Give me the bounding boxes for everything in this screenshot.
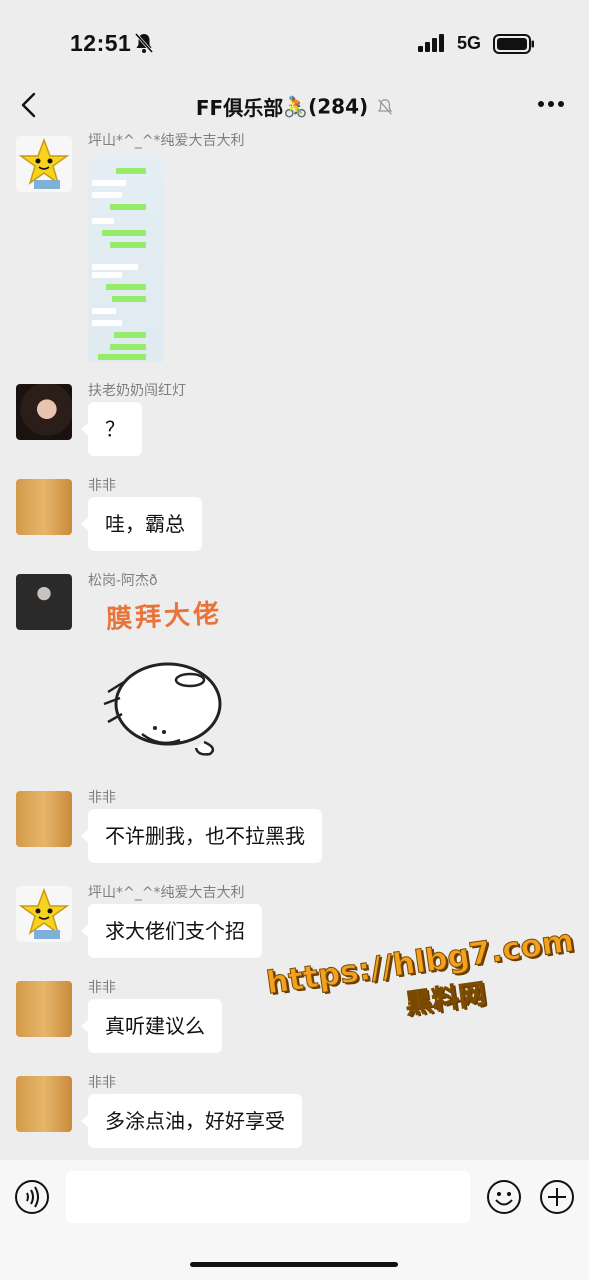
emoji-icon[interactable] — [486, 1179, 522, 1215]
voice-input-icon[interactable] — [14, 1179, 50, 1215]
battery-icon — [493, 34, 534, 54]
sender-name: 松岗-阿杰ð — [88, 573, 158, 589]
group-emoji: 🚴 — [283, 94, 309, 119]
message-text: 非非 哇，霸总 — [0, 475, 589, 555]
message-text: 非非 多涂点油，好好享受 — [0, 1072, 589, 1152]
sender-name: 非非 — [88, 980, 116, 996]
avatar-cat[interactable] — [16, 791, 72, 847]
message-bubble[interactable]: 真听建议么 — [81, 999, 222, 1053]
status-time: 12:51 — [70, 30, 132, 56]
message-bubble[interactable]: 哇，霸总 — [81, 497, 202, 551]
star-mascot-icon — [18, 137, 70, 189]
message-bubble[interactable]: ？ — [81, 402, 142, 456]
more-options-icon[interactable] — [537, 100, 565, 108]
message-bubble[interactable]: 不许删我，也不拉黑我 — [81, 809, 322, 863]
network-type: 5G — [457, 33, 482, 53]
chat-screenshot-thumbnail[interactable] — [88, 156, 164, 362]
add-more-icon[interactable] — [539, 1179, 575, 1215]
bowing-sticker-icon[interactable] — [100, 652, 230, 760]
sender-name: 扶老奶奶闯红灯 — [88, 383, 186, 399]
message-input[interactable] — [66, 1171, 470, 1223]
sender-name: 坪山*^_^*纯爱大吉大利 — [88, 885, 245, 901]
message-bubble[interactable]: 求大佬们支个招 — [81, 904, 262, 958]
avatar-star[interactable] — [16, 886, 72, 942]
cellular-signal-icon — [418, 34, 444, 52]
sender-name: 非非 — [88, 478, 116, 494]
silent-bell-icon — [134, 33, 154, 53]
message-text: 扶老奶奶闯红灯 ？ — [0, 380, 589, 460]
star-mascot-icon — [18, 887, 70, 939]
avatar-star[interactable] — [16, 136, 72, 192]
sender-name: 非非 — [88, 1075, 116, 1091]
home-indicator — [190, 1262, 398, 1267]
avatar-woman[interactable] — [16, 384, 72, 440]
message-text: 非非 不许删我，也不拉黑我 — [0, 787, 589, 867]
message-bubble[interactable]: 多涂点油，好好享受 — [81, 1094, 302, 1148]
sender-name: 非非 — [88, 790, 116, 806]
status-bar: 12:51 5G — [0, 0, 589, 80]
avatar-man[interactable] — [16, 574, 72, 630]
avatar-cat[interactable] — [16, 1076, 72, 1132]
mute-bell-icon — [378, 98, 393, 115]
message-sticker: 松岗-阿杰ð — [0, 570, 589, 770]
member-count: (284) — [308, 94, 369, 119]
avatar-cat[interactable] — [16, 479, 72, 535]
avatar-cat[interactable] — [16, 981, 72, 1037]
sticker-caption: 膜拜大佬 — [105, 598, 223, 636]
group-name: FF俱乐部 — [195, 96, 284, 120]
sender-name: 坪山*^_^*纯爱大吉大利 — [88, 133, 245, 149]
group-title: FF俱乐部🚴(284) — [0, 92, 589, 121]
